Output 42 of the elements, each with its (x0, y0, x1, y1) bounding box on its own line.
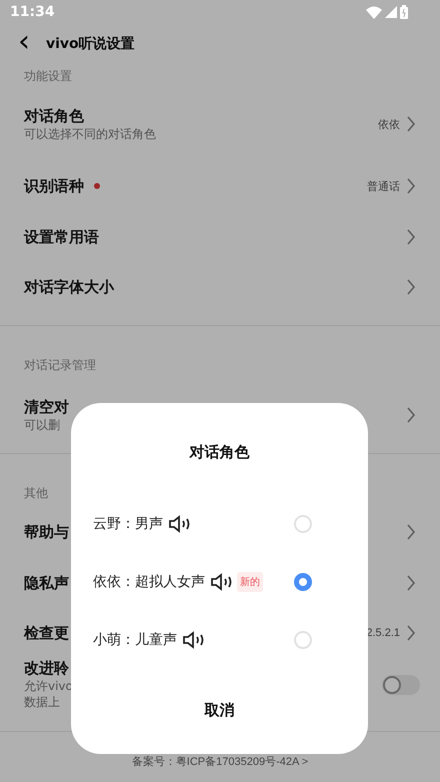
radio-button[interactable] (294, 573, 312, 591)
setting-title: 帮助与 (24, 522, 69, 542)
setting-title: 识别语种 (24, 176, 84, 196)
setting-value: 普通话 (367, 180, 400, 194)
setting-title: 对话字体大小 (24, 278, 114, 296)
toggle-switch[interactable] (382, 675, 420, 695)
setting-title: 检查更 (24, 624, 69, 642)
section-label: 对话记录管理 (24, 357, 97, 374)
chevron-right-icon (406, 574, 416, 592)
signal-icon (385, 6, 397, 18)
setting-title: 清空对 (24, 398, 69, 416)
dialog-title: 对话角色 (190, 443, 250, 463)
setting-description: 可以删 (24, 416, 61, 432)
chevron-right-icon (406, 406, 416, 424)
setting-value: 依依 (378, 118, 400, 132)
setting-title: 对话角色 (24, 106, 84, 126)
setting-title: 隐私声 (24, 574, 69, 592)
voice-option-label: 小萌：儿童声 (93, 631, 177, 649)
chevron-right-icon (406, 278, 416, 296)
setting-title: 改进聆 (24, 659, 69, 678)
section-label: 其他 (24, 485, 49, 502)
setting-title: 设置常用语 (24, 228, 99, 246)
setting-description: 可以选择不同的对话角色 (24, 126, 156, 142)
speaker-icon[interactable] (211, 573, 233, 591)
battery-icon (400, 5, 408, 19)
cancel-button[interactable]: 取消 (184, 695, 254, 726)
new-tag: 新的 (237, 572, 263, 592)
chevron-right-icon (406, 624, 416, 642)
speaker-icon[interactable] (169, 515, 191, 533)
back-button[interactable]: ‹ (14, 27, 34, 57)
record-number-link[interactable]: 备案号：粤ICP备17035209号-42A > (132, 756, 308, 768)
chevron-right-icon (406, 177, 416, 195)
chevron-right-icon (406, 115, 416, 133)
voice-option-label: 依依：超拟人女声 (93, 573, 205, 591)
section-label: 功能设置 (24, 68, 73, 85)
voice-option-label: 云野：男声 (93, 515, 163, 533)
clock-time: 11:34 (10, 4, 55, 20)
chevron-right-icon (406, 523, 416, 541)
wifi-icon (366, 6, 382, 18)
page-title: vivo听说设置 (46, 35, 135, 53)
speaker-icon[interactable] (183, 631, 205, 649)
chevron-right-icon (406, 228, 416, 246)
